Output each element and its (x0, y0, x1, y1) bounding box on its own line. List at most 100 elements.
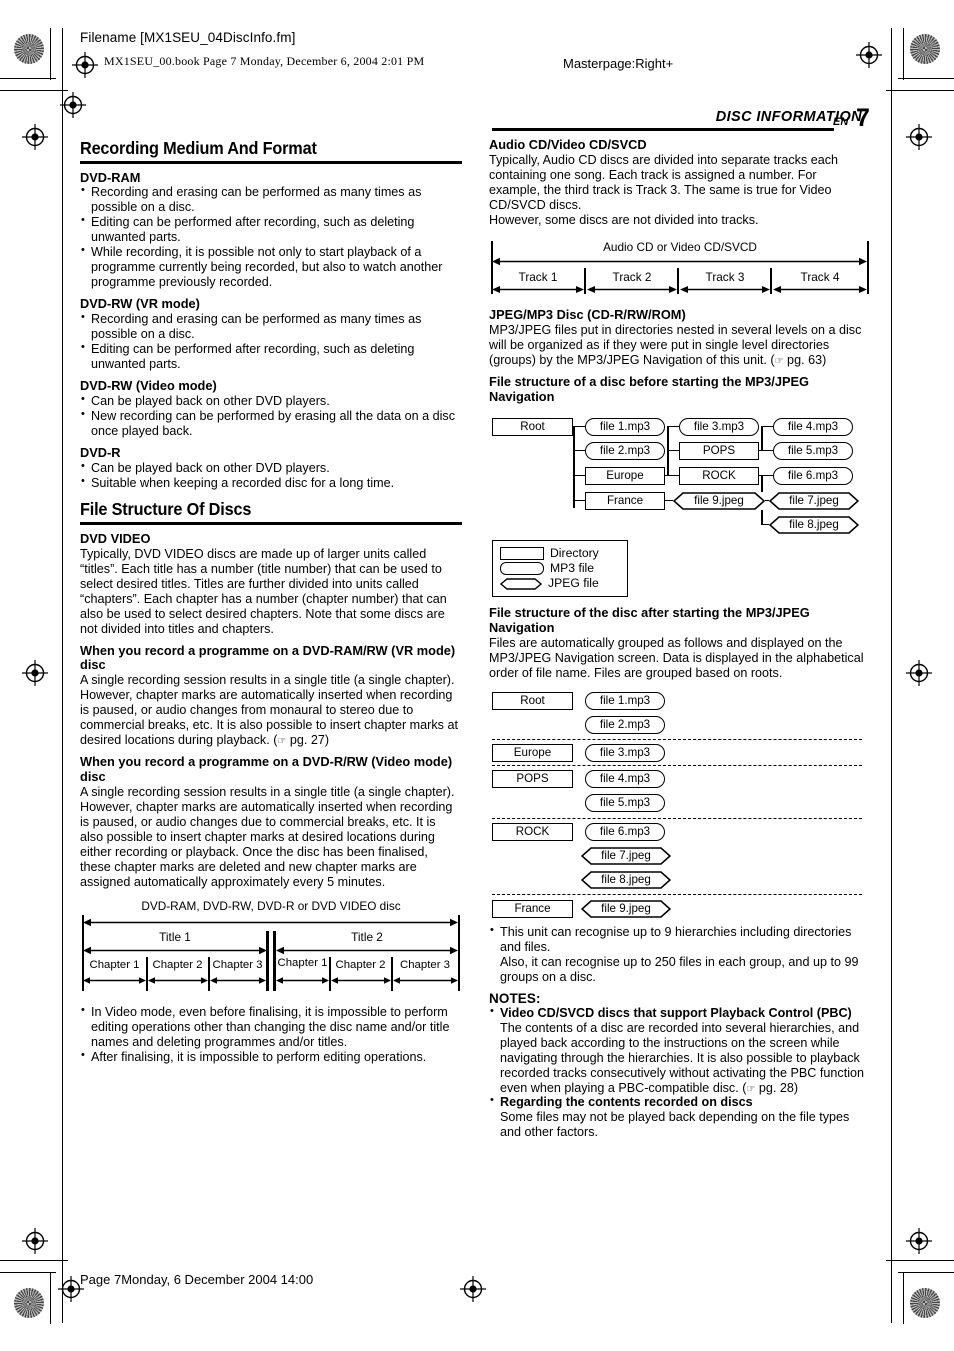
after-node-file5: file 5.mp3 (585, 793, 665, 812)
track-divider-2 (677, 267, 680, 294)
paragraph-record-vr: A single recording session results in a … (80, 673, 462, 748)
tree-conn-pops-h1 (761, 425, 773, 428)
bullet-list-hierarchy: This unit can recognise up to 9 hierarch… (489, 924, 871, 985)
track-arrow-3 (680, 284, 770, 295)
target-mark-top-left (72, 52, 98, 78)
paragraph-audio-cd-2: However, some discs are not divided into… (489, 212, 759, 227)
list-item: Suitable when keeping a recorded disc fo… (80, 475, 462, 491)
footer-text: Page 7Monday, 6 December 2004 14:00 (80, 1272, 314, 1287)
after-node-file7: file 7.jpeg (581, 846, 671, 865)
paragraph-structure-after: Files are automatically grouped as follo… (489, 635, 864, 680)
tree-node-file8-label: file 8.jpeg (789, 517, 839, 531)
target-mark-left-mid (22, 124, 48, 150)
subheading-audio-cd: Audio CD/Video CD/SVCD (489, 137, 647, 152)
crop-line-bottom-left-v (50, 1272, 52, 1324)
document-page: Filename [MX1SEU_04DiscInfo.fm] MX1SEU_0… (0, 0, 954, 1351)
diagram-label-t1-chapter-1: Chapter 1 (89, 959, 140, 972)
tree-node-file8: file 8.jpeg (769, 515, 859, 534)
track-arrow-full (492, 256, 867, 267)
diagram-label-t2-chapter-3: Chapter 3 (399, 959, 451, 972)
legend-row-jpeg: JPEG file (499, 576, 620, 591)
tree-node-root: Root (492, 417, 573, 436)
list-item: New recording can be performed by erasin… (80, 408, 462, 439)
subheading-dvd-video: DVD VIDEO (80, 530, 151, 546)
pointer-icon: ☞ (774, 355, 784, 367)
after-group-divider-4 (492, 893, 862, 895)
list-item: While recording, it is possible not only… (80, 244, 462, 290)
tree-conn-europe-h2 (667, 449, 679, 452)
diagram-label-t1-chapter-2: Chapter 2 (152, 959, 203, 972)
crop-line-top-left-h (0, 78, 56, 80)
left-column: Recording Medium And Format DVD-RAM Reco… (80, 138, 462, 1065)
page-number: 7 (856, 104, 870, 132)
note-title-contents: Regarding the contents recorded on discs (500, 1095, 753, 1110)
list-item: Editing can be performed after recording… (80, 214, 462, 245)
paragraph-audio-cd: Typically, Audio CD discs are divided in… (489, 152, 839, 212)
after-group-divider-2 (492, 764, 862, 766)
list-item: Recording and erasing can be performed a… (80, 311, 462, 342)
bullet-list-after-diagram: In Video mode, even before finalising, i… (80, 1004, 462, 1065)
crop-line-top-right-h (898, 78, 954, 80)
subheading-dvd-rw-video: DVD-RW (Video mode) (80, 378, 217, 394)
section-rule-2 (80, 522, 462, 525)
after-group-divider-3 (492, 817, 862, 819)
subheading-record-vr: When you record a programme on a DVD-RAM… (80, 642, 456, 673)
after-node-dir-rock: ROCK (492, 822, 573, 841)
bullet-list-dvd-ram: Recording and erasing can be performed a… (80, 184, 462, 290)
crop-line-top-right-v (903, 28, 905, 80)
subheading-structure-before: File structure of a disc before starting… (489, 373, 809, 404)
paragraph-record-video: A single recording session results in a … (80, 785, 455, 890)
target-mark-right-mid (906, 124, 932, 150)
page-border-right (891, 28, 893, 1323)
after-node-file2: file 2.mp3 (585, 715, 665, 734)
diagram-caption-disc: DVD-RAM, DVD-RW, DVD-R or DVD VIDEO disc (141, 899, 401, 914)
list-item: Can be played back on other DVD players. (80, 460, 462, 476)
tree-node-file9: file 9.jpeg (673, 491, 765, 510)
after-node-file6: file 6.mp3 (585, 822, 665, 841)
track-arrow-2 (587, 284, 677, 295)
track-divider-1 (584, 267, 587, 294)
diagram-edge-right (458, 915, 460, 992)
crop-line-bottom-right-v (903, 1272, 905, 1324)
crop-line-top-left-h2 (0, 90, 68, 92)
crop-line-bottom-left-h (0, 1272, 56, 1274)
paragraph-record-vr-text: A single recording session results in a … (80, 673, 458, 748)
mp3-file-icon (500, 561, 544, 575)
diagram-label-t2-chapter-2: Chapter 2 (335, 959, 386, 972)
tree-node-file6: file 6.mp3 (773, 466, 853, 485)
target-mark-left-lower (22, 660, 48, 686)
hierarchy-bullet-b: Also, it can recognise up to 250 files i… (500, 954, 859, 984)
tree-node-file3: file 3.mp3 (679, 417, 759, 436)
diagram-arrow-title-2 (276, 945, 458, 956)
notes-heading: NOTES: (489, 990, 541, 1006)
tree-node-file7-label: file 7.jpeg (789, 493, 839, 507)
list-item: Video CD/SVCD discs that support Playbac… (489, 1005, 871, 1096)
tree-node-file9-label: file 9.jpeg (694, 493, 744, 507)
legend-row-mp3: MP3 file (500, 561, 620, 576)
note-body-contents: Some files may not be played back depend… (500, 1110, 850, 1140)
diagram-arrow-t1-ch3 (210, 975, 266, 986)
after-node-dir-pops: POPS (492, 769, 573, 788)
list-item: After finalising, it is impossible to pe… (80, 1049, 462, 1065)
subheading-dvd-r: DVD-R (80, 445, 121, 461)
tree-diagram-after: Root file 1.mp3 file 2.mp3 Europe file 3… (489, 691, 871, 924)
note-title-pbc: Video CD/SVCD discs that support Playbac… (500, 1005, 852, 1020)
paragraph-jpeg-mp3: MP3/JPEG files put in directories nested… (489, 323, 871, 368)
filename-label: Filename [MX1SEU_04DiscInfo.fm] (80, 30, 296, 45)
subheading-record-video: When you record a programme on a DVD-R/R… (80, 754, 453, 785)
subheading-structure-after: File structure of the disc after startin… (489, 604, 810, 635)
legend-label-mp3: MP3 file (550, 561, 595, 576)
track-diagram-caption: Audio CD or Video CD/SVCD (603, 239, 757, 254)
track-label-4: Track 4 (800, 269, 840, 284)
paragraph-record-vr-ref: pg. 27) (286, 733, 330, 748)
running-head-rule (492, 128, 834, 131)
after-node-file7-label: file 7.jpeg (601, 848, 651, 862)
crop-line-top-left-v (50, 28, 52, 80)
list-item: In Video mode, even before finalising, i… (80, 1004, 462, 1050)
after-node-file9: file 9.jpeg (581, 899, 671, 918)
diagram-arrow-t2-ch3 (393, 975, 458, 986)
registration-dot-top-left (14, 34, 44, 64)
book-info-line: MX1SEU_00.book Page 7 Monday, December 6… (104, 54, 425, 68)
tree-legend: Directory MP3 file JPEG file (492, 539, 628, 597)
tree-conn-root-h1 (573, 425, 585, 428)
